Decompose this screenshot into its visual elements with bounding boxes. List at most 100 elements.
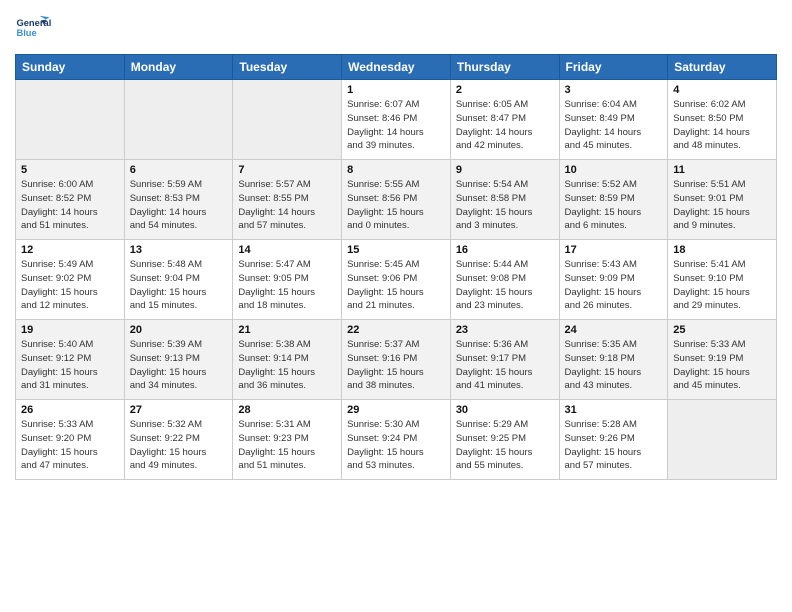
day-info: Sunrise: 5:41 AM Sunset: 9:10 PM Dayligh… <box>673 258 771 313</box>
day-number: 26 <box>21 404 119 416</box>
col-monday: Monday <box>124 55 233 80</box>
table-row: 3 Sunrise: 6:04 AM Sunset: 8:49 PM Daylig… <box>559 80 668 160</box>
day-number: 29 <box>347 404 445 416</box>
table-row: 27 Sunrise: 5:32 AM Sunset: 9:22 PM Dayli… <box>124 400 233 480</box>
day-info: Sunrise: 5:47 AM Sunset: 9:05 PM Dayligh… <box>238 258 336 313</box>
day-info: Sunrise: 5:31 AM Sunset: 9:23 PM Dayligh… <box>238 418 336 473</box>
table-row: 30Sunrise: 5:29 AM Sunset: 9:25 PM Dayli… <box>450 400 559 480</box>
day-info: Sunrise: 5:48 AM Sunset: 9:04 PM Dayligh… <box>130 258 228 313</box>
day-info: Sunrise: 5:39 AM Sunset: 9:13 PM Dayligh… <box>130 338 228 393</box>
table-row: 1Sunrise: 6:07 AM Sunset: 8:46 PM Daylig… <box>342 80 451 160</box>
day-info: Sunrise: 5:38 AM Sunset: 9:14 PM Dayligh… <box>238 338 336 393</box>
table-row: 11 Sunrise: 5:51 AM Sunset: 9:01 PM Dayli… <box>668 160 777 240</box>
table-row: 6Sunrise: 5:59 AM Sunset: 8:53 PM Daylig… <box>124 160 233 240</box>
table-row: 26 Sunrise: 5:33 AM Sunset: 9:20 PM Dayli… <box>16 400 125 480</box>
table-row: 24 Sunrise: 5:35 AM Sunset: 9:18 PM Dayli… <box>559 320 668 400</box>
table-row: 4 Sunrise: 6:02 AM Sunset: 8:50 PM Daylig… <box>668 80 777 160</box>
day-number: 21 <box>238 324 336 336</box>
day-number: 23 <box>456 324 554 336</box>
logo: General Blue <box>15 10 51 46</box>
day-number: 25 <box>673 324 771 336</box>
calendar-week-row: 1Sunrise: 6:07 AM Sunset: 8:46 PM Daylig… <box>16 80 777 160</box>
table-row: 15 Sunrise: 5:45 AM Sunset: 9:06 PM Dayli… <box>342 240 451 320</box>
calendar-header-row: Sunday Monday Tuesday Wednesday Thursday… <box>16 55 777 80</box>
day-info: Sunrise: 5:52 AM Sunset: 8:59 PM Dayligh… <box>565 178 663 233</box>
day-number: 14 <box>238 244 336 256</box>
table-row: 13Sunrise: 5:48 AM Sunset: 9:04 PM Dayli… <box>124 240 233 320</box>
day-info: Sunrise: 5:54 AM Sunset: 8:58 PM Dayligh… <box>456 178 554 233</box>
day-number: 18 <box>673 244 771 256</box>
table-row: 29 Sunrise: 5:30 AM Sunset: 9:24 PM Dayli… <box>342 400 451 480</box>
col-tuesday: Tuesday <box>233 55 342 80</box>
col-saturday: Saturday <box>668 55 777 80</box>
calendar-table: Sunday Monday Tuesday Wednesday Thursday… <box>15 54 777 480</box>
day-number: 22 <box>347 324 445 336</box>
col-sunday: Sunday <box>16 55 125 80</box>
day-info: Sunrise: 5:49 AM Sunset: 9:02 PM Dayligh… <box>21 258 119 313</box>
table-row <box>233 80 342 160</box>
day-number: 31 <box>565 404 663 416</box>
day-info: Sunrise: 5:35 AM Sunset: 9:18 PM Dayligh… <box>565 338 663 393</box>
day-info: Sunrise: 5:28 AM Sunset: 9:26 PM Dayligh… <box>565 418 663 473</box>
day-number: 27 <box>130 404 228 416</box>
col-friday: Friday <box>559 55 668 80</box>
table-row: 10 Sunrise: 5:52 AM Sunset: 8:59 PM Dayli… <box>559 160 668 240</box>
table-row: 19 Sunrise: 5:40 AM Sunset: 9:12 PM Dayli… <box>16 320 125 400</box>
header: General Blue <box>15 10 777 46</box>
day-info: Sunrise: 5:33 AM Sunset: 9:19 PM Dayligh… <box>673 338 771 393</box>
day-number: 5 <box>21 164 119 176</box>
day-info: Sunrise: 5:57 AM Sunset: 8:55 PM Dayligh… <box>238 178 336 233</box>
day-number: 3 <box>565 84 663 96</box>
table-row <box>668 400 777 480</box>
day-number: 28 <box>238 404 336 416</box>
table-row: 12 Sunrise: 5:49 AM Sunset: 9:02 PM Dayli… <box>16 240 125 320</box>
day-number: 16 <box>456 244 554 256</box>
calendar-week-row: 19 Sunrise: 5:40 AM Sunset: 9:12 PM Dayli… <box>16 320 777 400</box>
day-info: Sunrise: 5:30 AM Sunset: 9:24 PM Dayligh… <box>347 418 445 473</box>
day-info: Sunrise: 5:55 AM Sunset: 8:56 PM Dayligh… <box>347 178 445 233</box>
table-row <box>16 80 125 160</box>
table-row: 25 Sunrise: 5:33 AM Sunset: 9:19 PM Dayli… <box>668 320 777 400</box>
day-number: 1 <box>347 84 445 96</box>
day-number: 7 <box>238 164 336 176</box>
day-info: Sunrise: 6:04 AM Sunset: 8:49 PM Dayligh… <box>565 98 663 153</box>
table-row: 18 Sunrise: 5:41 AM Sunset: 9:10 PM Dayli… <box>668 240 777 320</box>
day-info: Sunrise: 5:40 AM Sunset: 9:12 PM Dayligh… <box>21 338 119 393</box>
table-row: 7 Sunrise: 5:57 AM Sunset: 8:55 PM Daylig… <box>233 160 342 240</box>
table-row: 21 Sunrise: 5:38 AM Sunset: 9:14 PM Dayli… <box>233 320 342 400</box>
day-number: 10 <box>565 164 663 176</box>
day-number: 24 <box>565 324 663 336</box>
svg-text:Blue: Blue <box>16 28 36 38</box>
col-wednesday: Wednesday <box>342 55 451 80</box>
day-info: Sunrise: 5:37 AM Sunset: 9:16 PM Dayligh… <box>347 338 445 393</box>
table-row: 9Sunrise: 5:54 AM Sunset: 8:58 PM Daylig… <box>450 160 559 240</box>
day-info: Sunrise: 5:43 AM Sunset: 9:09 PM Dayligh… <box>565 258 663 313</box>
day-number: 19 <box>21 324 119 336</box>
logo-icon: General Blue <box>15 10 51 46</box>
table-row: 31 Sunrise: 5:28 AM Sunset: 9:26 PM Dayli… <box>559 400 668 480</box>
day-number: 4 <box>673 84 771 96</box>
day-number: 15 <box>347 244 445 256</box>
col-thursday: Thursday <box>450 55 559 80</box>
day-info: Sunrise: 5:59 AM Sunset: 8:53 PM Dayligh… <box>130 178 228 233</box>
page: General Blue Sunday Monday Tuesday Wedne… <box>0 0 792 612</box>
calendar-week-row: 26 Sunrise: 5:33 AM Sunset: 9:20 PM Dayli… <box>16 400 777 480</box>
day-number: 11 <box>673 164 771 176</box>
day-number: 20 <box>130 324 228 336</box>
day-info: Sunrise: 5:32 AM Sunset: 9:22 PM Dayligh… <box>130 418 228 473</box>
table-row: 20 Sunrise: 5:39 AM Sunset: 9:13 PM Dayli… <box>124 320 233 400</box>
table-row: 14 Sunrise: 5:47 AM Sunset: 9:05 PM Dayli… <box>233 240 342 320</box>
day-info: Sunrise: 5:36 AM Sunset: 9:17 PM Dayligh… <box>456 338 554 393</box>
day-info: Sunrise: 6:05 AM Sunset: 8:47 PM Dayligh… <box>456 98 554 153</box>
table-row: 28 Sunrise: 5:31 AM Sunset: 9:23 PM Dayli… <box>233 400 342 480</box>
day-number: 12 <box>21 244 119 256</box>
calendar-week-row: 5Sunrise: 6:00 AM Sunset: 8:52 PM Daylig… <box>16 160 777 240</box>
day-info: Sunrise: 5:45 AM Sunset: 9:06 PM Dayligh… <box>347 258 445 313</box>
table-row: 23 Sunrise: 5:36 AM Sunset: 9:17 PM Dayli… <box>450 320 559 400</box>
day-info: Sunrise: 6:02 AM Sunset: 8:50 PM Dayligh… <box>673 98 771 153</box>
table-row: 16Sunrise: 5:44 AM Sunset: 9:08 PM Dayli… <box>450 240 559 320</box>
table-row <box>124 80 233 160</box>
table-row: 5Sunrise: 6:00 AM Sunset: 8:52 PM Daylig… <box>16 160 125 240</box>
day-info: Sunrise: 5:33 AM Sunset: 9:20 PM Dayligh… <box>21 418 119 473</box>
day-info: Sunrise: 5:51 AM Sunset: 9:01 PM Dayligh… <box>673 178 771 233</box>
